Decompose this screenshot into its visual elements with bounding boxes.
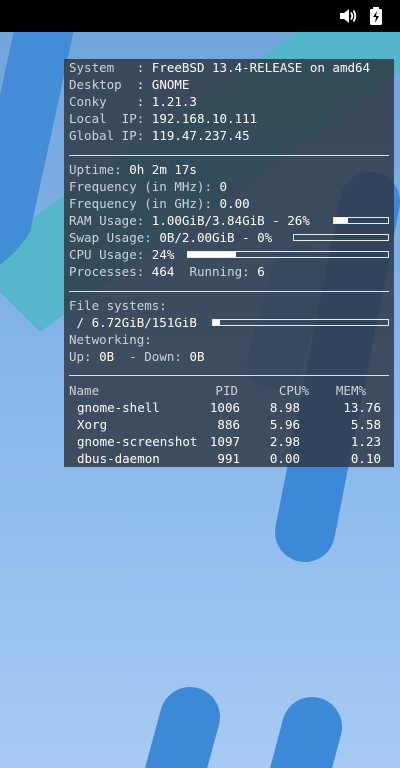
proc-cpu: 5.96 (269, 417, 300, 432)
proc-name: dbus-daemon (77, 451, 160, 466)
local-ip-row: Local IP: 192.168.10.111 (69, 110, 257, 127)
freq-mhz-value: 0 (219, 179, 228, 194)
local-ip-label: Local IP: (69, 111, 145, 126)
proc-name: gnome-screenshot (77, 434, 198, 449)
col-mem-header: MEM% (335, 383, 366, 398)
ram-usage-fill (334, 218, 349, 223)
separator (69, 155, 389, 156)
fs-label: File systems: (69, 298, 167, 313)
global-ip-label: Global IP: (69, 128, 145, 143)
cpu-row: CPU Usage: 24% (69, 246, 174, 263)
conky-panel: System : FreeBSD 13.4-RELEASE on amd64 D… (64, 59, 394, 467)
proc-mem: 0.10 (350, 451, 381, 466)
cpu-usage-fill (188, 252, 236, 257)
col-pid-header: PID (215, 383, 238, 398)
desktop-value: GNOME (151, 77, 190, 92)
desktop-label: Desktop (69, 77, 122, 92)
fs-usage-fill (213, 320, 220, 325)
battery-charging-icon[interactable] (367, 6, 385, 30)
system-value: FreeBSD 13.4-RELEASE on amd64 (151, 60, 371, 75)
swap-value: 0B/2.00GiB - 0% (159, 230, 273, 245)
cpu-label: CPU Usage: (69, 247, 145, 262)
top-bar (0, 0, 400, 32)
freq-mhz-row: Frequency (in MHz): 0 (69, 178, 227, 195)
running-value: 6 (257, 264, 265, 279)
freq-mhz-label: Frequency (in MHz): (69, 179, 212, 194)
proc-name: gnome-shell (77, 400, 160, 415)
up-label: Up: (69, 349, 92, 364)
net-row: Up: 0B - Down: 0B (69, 348, 205, 365)
freq-ghz-row: Frequency (in GHz): 0.00 (69, 195, 250, 212)
proc-cpu: 0.00 (269, 451, 300, 466)
proc-name: Xorg (77, 417, 108, 432)
proc-mem: 1.23 (350, 434, 381, 449)
proc-cpu: 8.98 (269, 400, 300, 415)
net-heading: Networking: (69, 331, 152, 348)
separator (69, 291, 389, 292)
col-cpu-header: CPU% (278, 383, 309, 398)
col-name-header: Name (69, 383, 100, 398)
processes-row: Processes: 464 Running: 6 (69, 263, 265, 280)
conky-value: 1.21.3 (151, 94, 197, 109)
net-label: Networking: (69, 332, 152, 347)
swap-row: Swap Usage: 0B/2.00GiB - 0% (69, 229, 272, 246)
cpu-value: 24% (151, 247, 175, 262)
swap-label: Swap Usage: (69, 230, 152, 245)
swap-usage-bar (293, 234, 389, 241)
desktop-row: Desktop : GNOME (69, 77, 190, 92)
conky-label: Conky (69, 94, 107, 109)
proc-cpu: 2.98 (269, 434, 300, 449)
global-ip-value: 119.47.237.45 (151, 128, 250, 143)
system-row: System : FreeBSD 13.4-RELEASE on amd64 (69, 60, 371, 75)
uptime-label: Uptime: (69, 162, 122, 177)
global-ip-row: Global IP: 119.47.237.45 (69, 127, 250, 144)
proc-mem: 13.76 (343, 400, 381, 415)
ram-usage-bar (333, 217, 389, 224)
system-label: System (69, 60, 115, 75)
fs-heading: File systems: (69, 297, 167, 314)
fs-value: 6.72GiB/151GiB (91, 315, 197, 330)
uptime-value: 0h 2m 17s (129, 162, 197, 177)
freq-ghz-value: 0.00 (219, 196, 250, 211)
uptime-row: Uptime: 0h 2m 17s (69, 161, 197, 178)
processes-value: 464 (151, 264, 175, 279)
proc-mem: 5.58 (350, 417, 381, 432)
freq-ghz-label: Frequency (in GHz): (69, 196, 212, 211)
proc-pid: 886 (217, 417, 240, 432)
processes-label: Processes: (69, 264, 145, 279)
separator (69, 375, 389, 376)
proc-pid: 1006 (209, 400, 240, 415)
down-label: - Down: (121, 349, 182, 364)
ram-row: RAM Usage: 1.00GiB/3.84GiB - 26% (69, 212, 310, 229)
up-value: 0B (99, 349, 115, 364)
fs-usage-bar (212, 319, 389, 326)
proc-pid: 1097 (209, 434, 240, 449)
speaker-icon[interactable] (338, 6, 358, 30)
fs-root: / (69, 315, 92, 330)
conky-row: Conky : 1.21.3 (69, 94, 197, 109)
proc-pid: 991 (217, 451, 240, 466)
down-value: 0B (189, 349, 205, 364)
cpu-usage-bar (187, 251, 389, 258)
ram-value: 1.00GiB/3.84GiB - 26% (151, 213, 310, 228)
running-label: Running: (189, 264, 250, 279)
ram-label: RAM Usage: (69, 213, 145, 228)
fs-row: / 6.72GiB/151GiB (69, 314, 197, 331)
local-ip-value: 192.168.10.111 (151, 111, 258, 126)
